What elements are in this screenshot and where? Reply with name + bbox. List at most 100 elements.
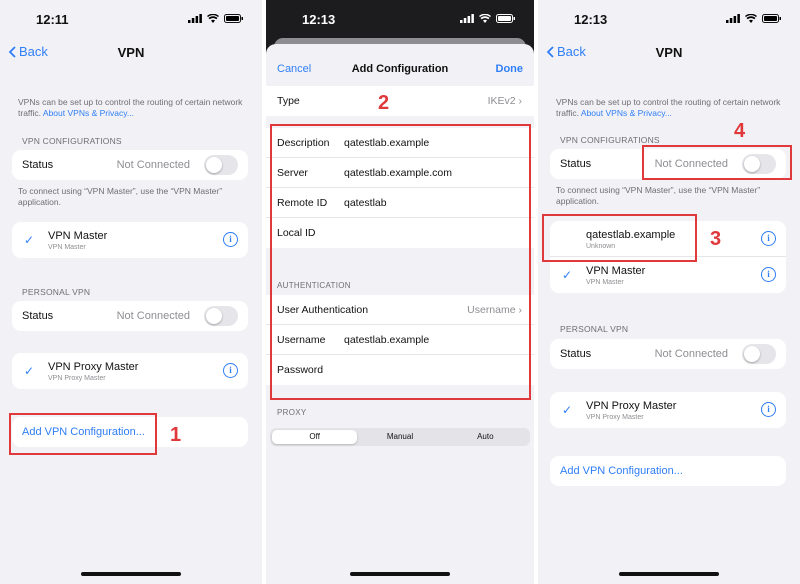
chevron-right-icon: › <box>518 95 523 107</box>
vpn-list-card: ✓ VPN Master VPN Master i <box>12 222 248 258</box>
info-icon[interactable]: i <box>761 402 776 417</box>
about-vpn-link[interactable]: About VPNs & Privacy... <box>43 108 134 118</box>
info-icon[interactable]: i <box>761 231 776 246</box>
section-header-proxy: PROXY <box>277 408 307 417</box>
about-vpn-link[interactable]: About VPNs & Privacy... <box>581 108 672 118</box>
phone-screen-vpn-configured: 12:13 Back VPN VPNs can be set up to con… <box>538 0 800 584</box>
done-button[interactable]: Done <box>496 63 524 75</box>
proxy-option-auto[interactable]: Auto <box>443 430 528 444</box>
status-bar: 12:13 <box>538 0 800 34</box>
vpn-subtitle: VPN Master <box>48 244 86 251</box>
status-icons <box>726 14 782 23</box>
home-indicator <box>350 572 450 576</box>
vpn-master-row[interactable]: ✓ VPN Master VPN Master i <box>550 257 786 293</box>
checkmark-icon: ✓ <box>24 233 35 247</box>
info-icon[interactable]: i <box>223 363 238 378</box>
status-label: Status <box>22 310 54 322</box>
proxy-list-card: ✓ VPN Proxy Master VPN Proxy Master i <box>12 353 248 389</box>
type-section: Type IKEv2 › <box>266 86 534 116</box>
home-indicator <box>81 572 181 576</box>
status-value: Not Connected <box>654 348 728 360</box>
navigation-bar: Back VPN <box>0 40 262 66</box>
annotation-number-3: 3 <box>710 228 722 250</box>
type-value-text: IKEv2 <box>487 95 516 107</box>
personal-status-row: Status Not Connected <box>12 301 248 331</box>
sheet-navigation-bar: Cancel Add Configuration Done <box>266 44 534 84</box>
type-label: Type <box>277 95 300 107</box>
proxy-list-card: ✓ VPN Proxy Master VPN Proxy Master i <box>550 392 786 428</box>
annotation-box-4 <box>642 145 792 180</box>
status-value: Not Connected <box>116 310 190 322</box>
status-value: Not Connected <box>116 159 190 171</box>
wifi-icon <box>207 14 219 23</box>
status-bar: 12:11 <box>0 0 262 34</box>
vpn-status-toggle[interactable] <box>204 155 238 175</box>
battery-icon <box>224 14 243 23</box>
connect-note: To connect using “VPN Master”, use the “… <box>556 185 761 206</box>
personal-status-row: Status Not Connected <box>550 339 786 369</box>
battery-icon <box>762 14 781 23</box>
status-time: 12:11 <box>36 12 69 27</box>
vpn-subtitle: VPN Proxy Master <box>586 414 644 421</box>
status-time: 12:13 <box>574 12 608 27</box>
vpn-subtitle: VPN Proxy Master <box>48 375 106 382</box>
status-icons <box>188 14 244 23</box>
annotation-box-2 <box>270 124 531 400</box>
page-title: VPN <box>117 45 145 60</box>
vpn-name: VPN Master <box>48 230 108 242</box>
personal-vpn-toggle[interactable] <box>204 306 238 326</box>
status-row: Status Not Connected <box>12 150 248 180</box>
checkmark-icon: ✓ <box>562 268 573 282</box>
section-header-personal-vpn: PERSONAL VPN <box>22 287 91 297</box>
checkmark-icon: ✓ <box>562 403 573 417</box>
vpn-info-note: VPNs can be set up to control the routin… <box>556 97 784 119</box>
section-header-vpn-configurations: VPN CONFIGURATIONS <box>560 135 660 145</box>
page-title: VPN <box>655 45 683 60</box>
phone-screen-add-configuration: 12:13 Cancel Add Configuration Done Type… <box>266 0 534 584</box>
section-header-personal-vpn: PERSONAL VPN <box>560 324 629 334</box>
signal-icon <box>726 14 740 23</box>
vpn-name: VPN Proxy Master <box>586 400 677 412</box>
add-vpn-card: Add VPN Configuration... <box>550 456 786 486</box>
phone-screen-vpn-initial: 12:11 Back VPN VPNs can be set up to con… <box>0 0 262 584</box>
status-label: Status <box>560 348 592 360</box>
info-icon[interactable]: i <box>761 267 776 282</box>
sheet-title: Add Configuration <box>351 63 449 75</box>
proxy-option-manual[interactable]: Manual <box>357 430 442 444</box>
checkmark-icon: ✓ <box>24 364 35 378</box>
vpn-name: VPN Master <box>586 265 646 277</box>
connect-note: To connect using “VPN Master”, use the “… <box>18 186 223 207</box>
vpn-subtitle: VPN Master <box>586 279 624 286</box>
proxy-segmented-control: Off Manual Auto <box>270 428 530 446</box>
status-label: Status <box>22 159 54 171</box>
annotation-box-1 <box>9 413 157 455</box>
annotation-number-4: 4 <box>734 120 746 142</box>
vpn-proxy-master-row[interactable]: ✓ VPN Proxy Master VPN Proxy Master i <box>12 353 248 389</box>
info-icon[interactable]: i <box>223 232 238 247</box>
annotation-number-2: 2 <box>378 92 390 114</box>
battery-icon <box>496 14 515 23</box>
vpn-info-note: VPNs can be set up to control the routin… <box>18 97 246 119</box>
personal-status-card: Status Not Connected <box>12 301 248 331</box>
personal-vpn-toggle[interactable] <box>742 344 776 364</box>
vpn-proxy-master-row[interactable]: ✓ VPN Proxy Master VPN Proxy Master i <box>550 392 786 428</box>
add-vpn-row[interactable]: Add VPN Configuration... <box>550 456 786 486</box>
status-label: Status <box>560 158 592 170</box>
proxy-option-off[interactable]: Off <box>272 430 358 444</box>
annotation-number-1: 1 <box>170 424 182 446</box>
wifi-icon <box>745 14 757 23</box>
add-vpn-configuration-button[interactable]: Add VPN Configuration... <box>560 465 683 477</box>
vpn-master-row[interactable]: ✓ VPN Master VPN Master i <box>12 222 248 258</box>
personal-status-card: Status Not Connected <box>550 339 786 369</box>
home-indicator <box>619 572 719 576</box>
vpn-name: VPN Proxy Master <box>48 361 139 373</box>
status-time: 12:13 <box>302 12 336 27</box>
signal-icon <box>188 14 202 23</box>
type-row[interactable]: Type IKEv2 › <box>266 86 534 116</box>
status-bar: 12:13 <box>266 0 534 34</box>
signal-icon <box>460 14 474 23</box>
annotation-box-3 <box>542 214 697 262</box>
type-value: IKEv2 › <box>488 95 522 107</box>
navigation-bar: Back VPN <box>538 40 800 66</box>
status-card: Status Not Connected <box>12 150 248 180</box>
